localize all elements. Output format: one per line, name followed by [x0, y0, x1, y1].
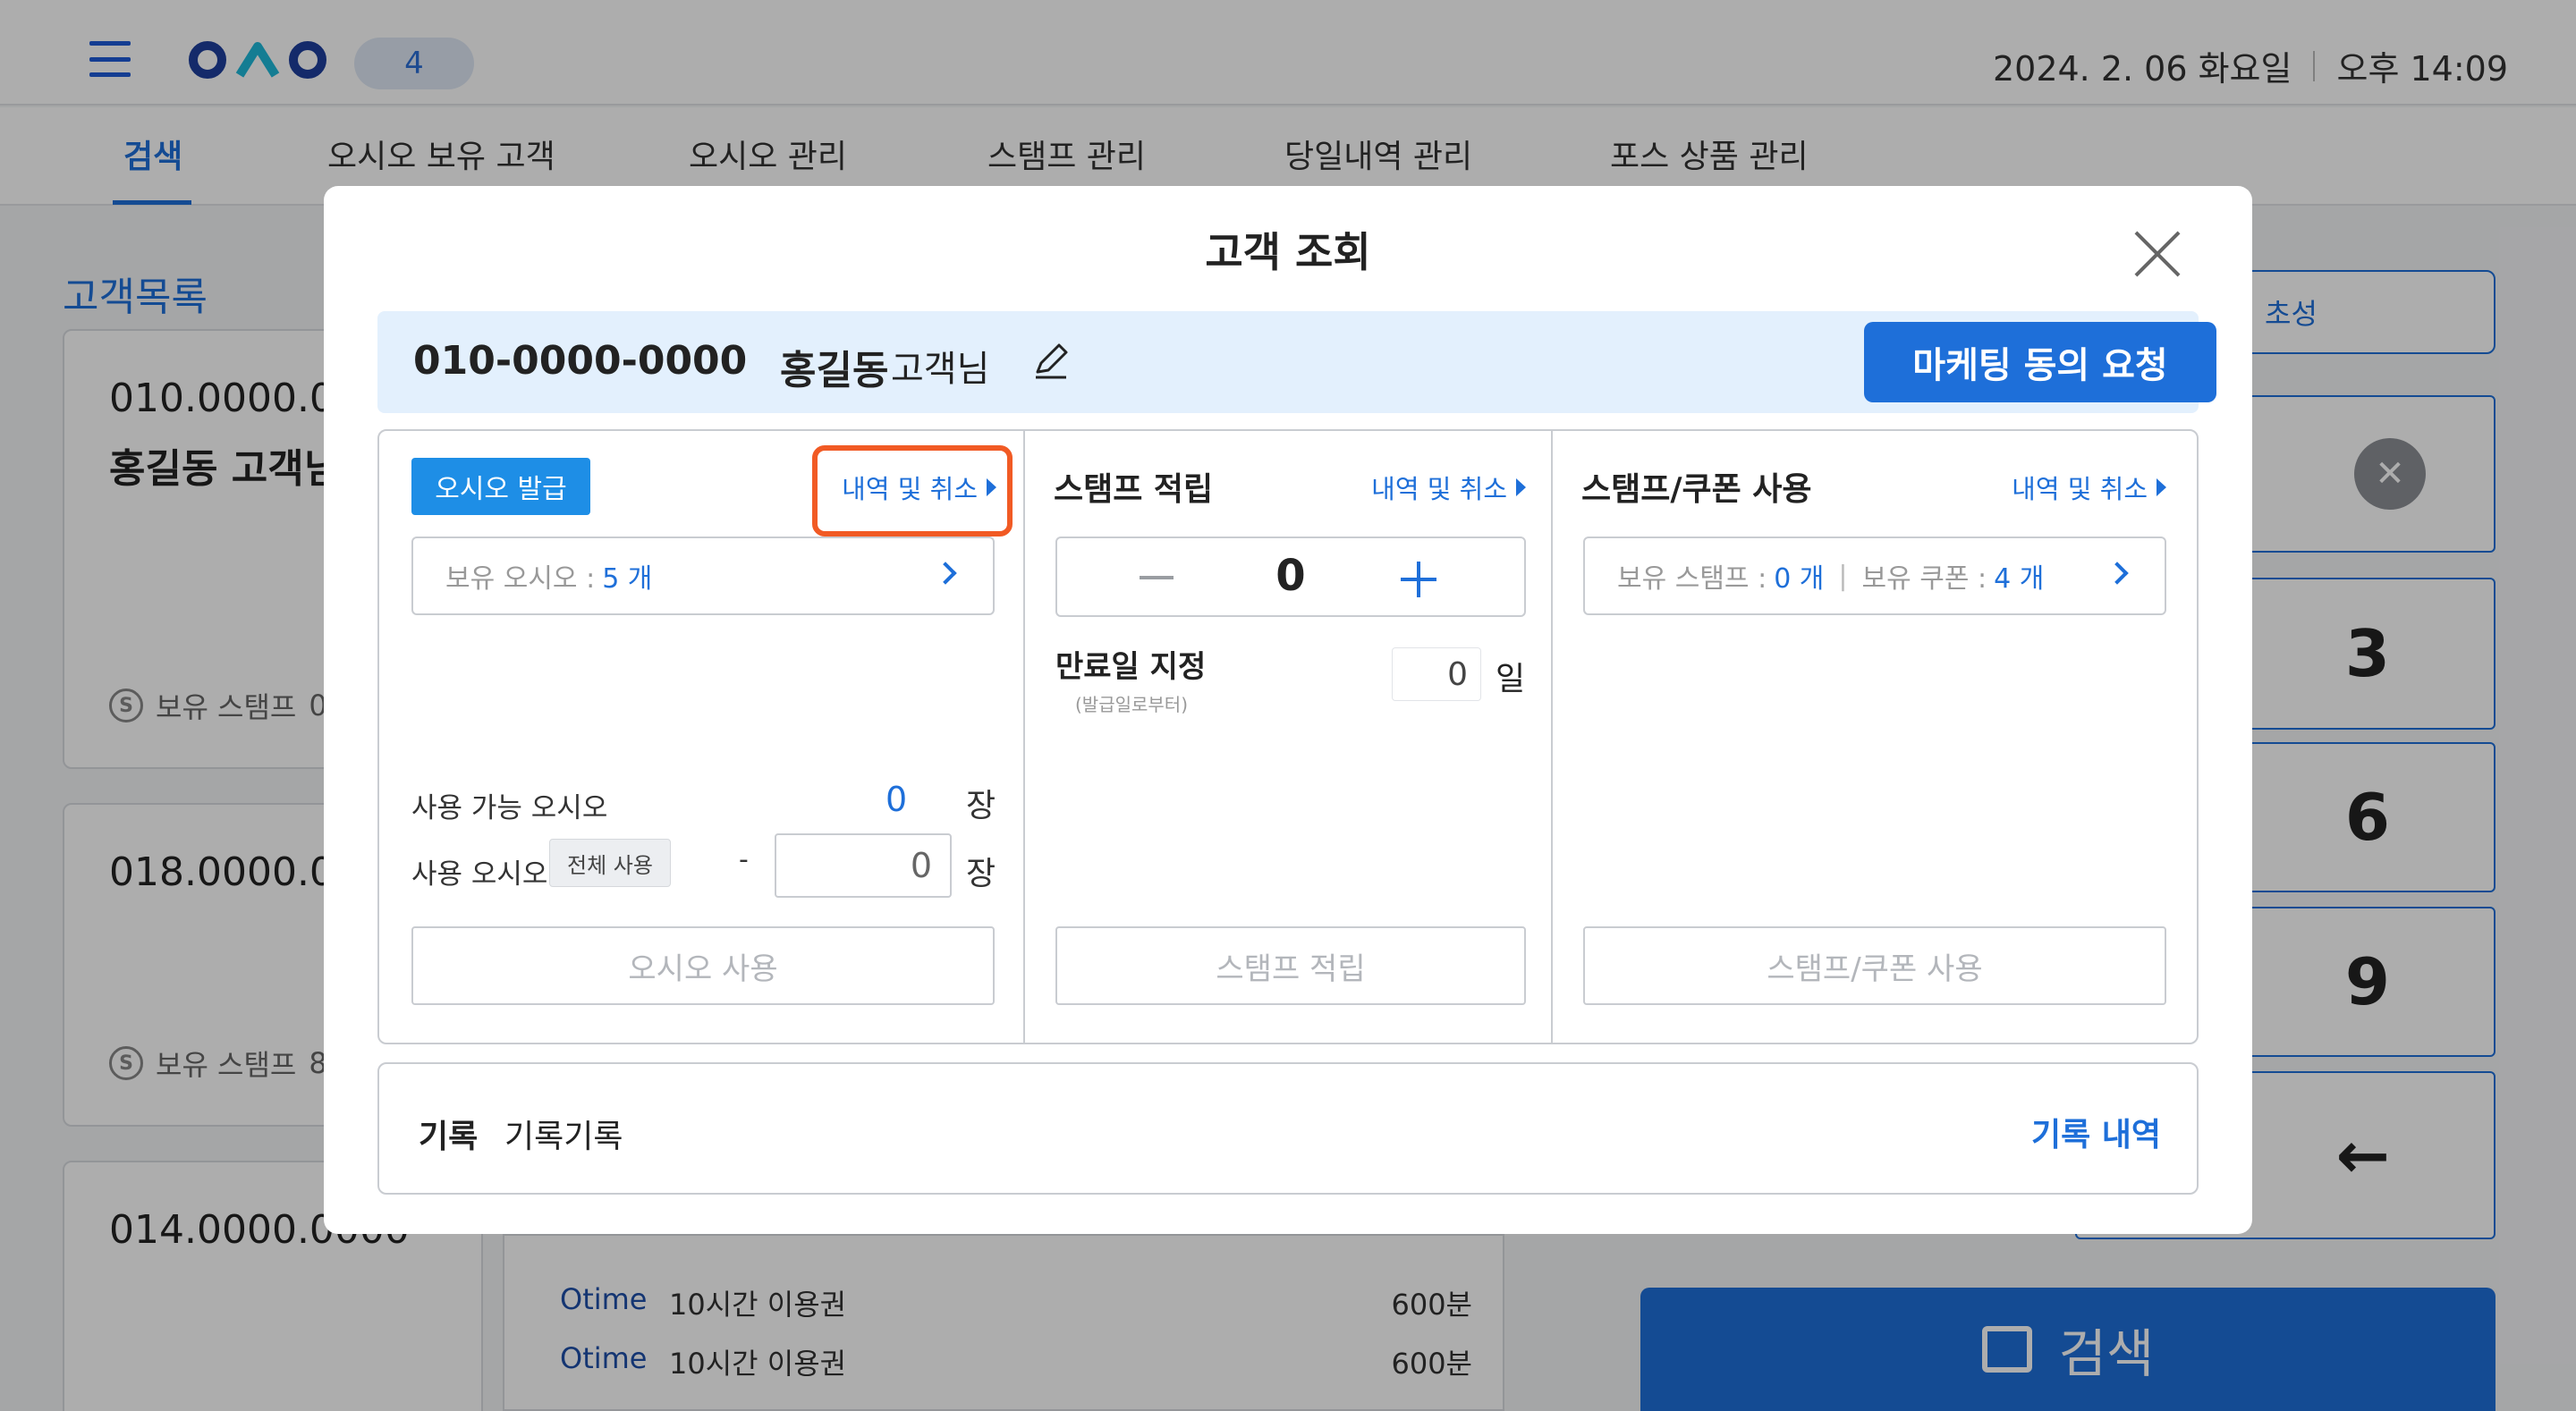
highlight-box — [812, 445, 1013, 537]
available-osio-value: 0 — [886, 780, 908, 819]
chevron-right-icon — [2106, 562, 2129, 585]
action-panels: 오시오 발급 내역 및 취소 보유 오시오 : 5 개 사용 가능 오시오 0 … — [377, 429, 2199, 1044]
memo-history-link[interactable]: 기록 내역 — [2031, 1109, 2161, 1155]
edit-pencil-icon[interactable] — [1029, 338, 1073, 383]
coupon-holdings-value: 4 개 — [1994, 563, 2045, 595]
marketing-consent-button[interactable]: 마케팅 동의 요청 — [1864, 322, 2216, 402]
caret-right-icon — [2157, 478, 2166, 496]
caret-right-icon — [1516, 478, 1526, 496]
expiry-label: 만료일 지정 — [1055, 649, 1207, 685]
history-link-label: 내역 및 취소 — [1371, 474, 1507, 504]
osio-use-button[interactable]: 오시오 사용 — [411, 926, 995, 1005]
stamp-quantity-stepper: 0 — [1055, 537, 1526, 617]
close-icon[interactable] — [2132, 229, 2182, 279]
use-all-button[interactable]: 전체 사용 — [549, 839, 671, 887]
stamp-earn-panel: 스탬프 적립 내역 및 취소 0 만료일 지정 (발급일로부터) 0 일 스탬프… — [1023, 431, 1551, 1043]
customer-lookup-modal: 고객 조회 010-0000-0000 홍길동 고객님 마케팅 동의 요청 오시… — [324, 186, 2252, 1234]
stamp-earn-history-link[interactable]: 내역 및 취소 — [1371, 469, 1526, 506]
customer-honorific: 고객님 — [891, 349, 990, 390]
memo-text[interactable]: 기록기록 — [504, 1111, 623, 1157]
osio-panel: 오시오 발급 내역 및 취소 보유 오시오 : 5 개 사용 가능 오시오 0 … — [379, 431, 1023, 1043]
stepper-value: 0 — [1275, 551, 1306, 601]
modal-title: 고객 조회 — [1205, 228, 1371, 276]
stamp-coupon-history-link[interactable]: 내역 및 취소 — [2012, 469, 2166, 506]
unit-label: 장 — [966, 856, 996, 892]
stamp-coupon-holdings-box[interactable]: 보유 스탬프 : 0 개 | 보유 쿠폰 : 4 개 — [1583, 537, 2166, 615]
stamp-earn-title: 스탬프 적립 — [1054, 471, 1214, 508]
divider: | — [1838, 560, 1848, 592]
osio-issue-button[interactable]: 오시오 발급 — [411, 458, 590, 515]
customer-info-bar: 010-0000-0000 홍길동 고객님 마케팅 동의 요청 — [377, 311, 2216, 413]
expiry-days-input[interactable]: 0 — [1392, 647, 1481, 701]
memo-label: 기록 — [419, 1119, 479, 1155]
use-osio-input[interactable]: 0 — [775, 833, 952, 898]
history-link-label: 내역 및 취소 — [2012, 474, 2148, 504]
unit-label: 장 — [966, 788, 996, 824]
memo-section: 기록 기록기록 기록 내역 — [377, 1062, 2199, 1195]
stamp-holdings-value: 0 개 — [1774, 563, 1825, 595]
stamp-earn-button[interactable]: 스탬프 적립 — [1055, 926, 1526, 1005]
customer-name: 홍길동 — [780, 348, 889, 393]
customer-phone: 010-0000-0000 — [413, 338, 748, 384]
chevron-right-icon — [934, 562, 957, 585]
holdings-value: 5 개 — [602, 563, 653, 595]
available-osio-label: 사용 가능 오시오 — [411, 792, 608, 824]
expiry-sublabel: (발급일로부터) — [1075, 694, 1189, 715]
stamp-coupon-use-button[interactable]: 스탬프/쿠폰 사용 — [1583, 926, 2166, 1005]
stamp-coupon-title: 스탬프/쿠폰 사용 — [1581, 471, 1812, 508]
expiry-unit: 일 — [1496, 661, 1526, 697]
holdings-label: 보유 오시오 : — [445, 563, 596, 595]
use-osio-label: 사용 오시오 — [411, 858, 548, 891]
stamp-coupon-panel: 스탬프/쿠폰 사용 내역 및 취소 보유 스탬프 : 0 개 | 보유 쿠폰 :… — [1551, 431, 2197, 1043]
coupon-holdings-label: 보유 쿠폰 : — [1861, 563, 1987, 595]
use-dash: - — [739, 844, 749, 875]
plus-icon[interactable] — [1401, 562, 1436, 597]
stamp-holdings-label: 보유 스탬프 : — [1617, 563, 1767, 595]
osio-holdings-box[interactable]: 보유 오시오 : 5 개 — [411, 537, 995, 615]
